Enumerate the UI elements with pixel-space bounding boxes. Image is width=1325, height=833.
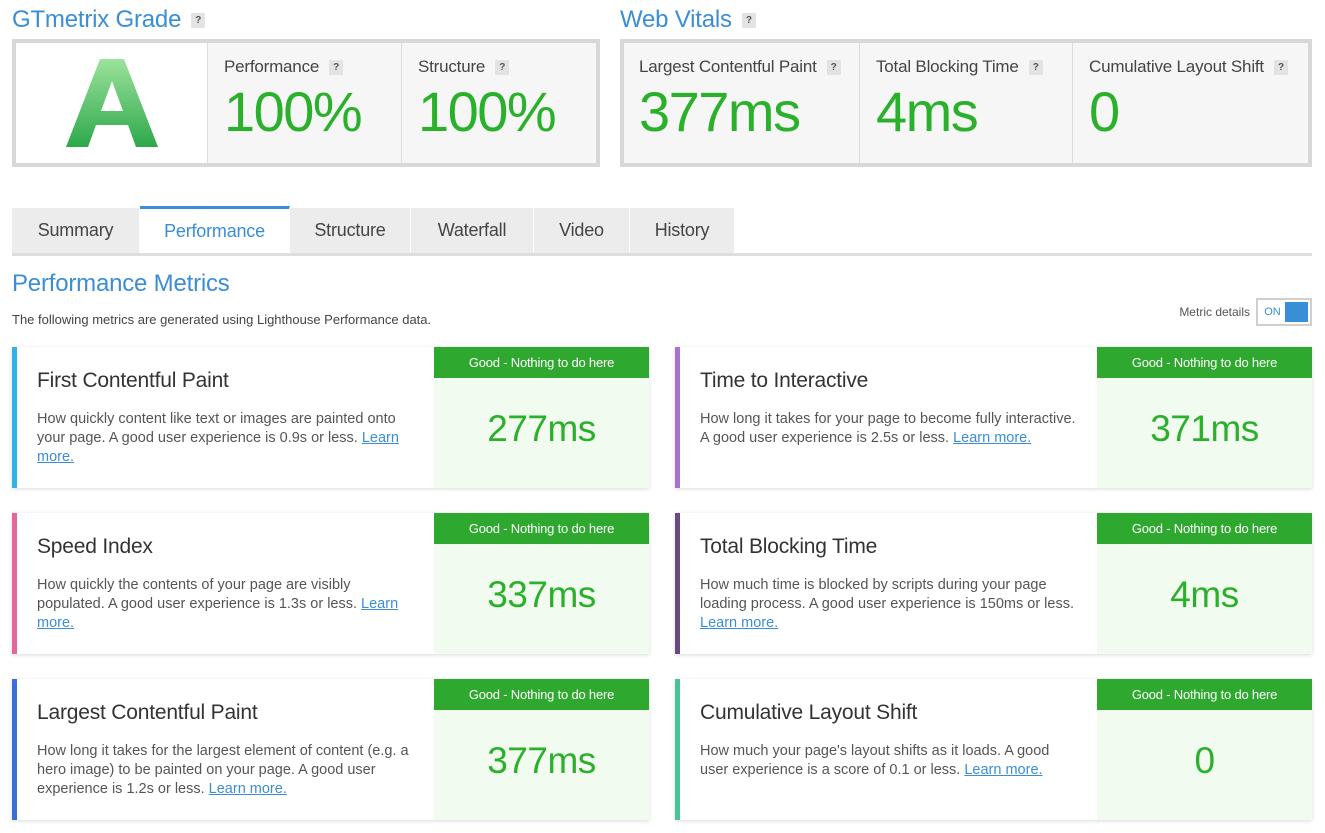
status-badge: Good - Nothing to do here bbox=[1097, 679, 1312, 710]
structure-score-value: 100% bbox=[418, 80, 557, 143]
cls-vital-label: Cumulative Layout Shift bbox=[1089, 57, 1264, 76]
status-badge: Good - Nothing to do here bbox=[1097, 347, 1312, 378]
tab-history[interactable]: History bbox=[630, 208, 735, 253]
card-value: 377ms bbox=[487, 740, 596, 781]
card-score-panel: Good - Nothing to do here 337ms bbox=[434, 513, 649, 654]
tab-waterfall[interactable]: Waterfall bbox=[411, 208, 534, 253]
structure-label: Structure bbox=[418, 57, 486, 76]
performance-score-cell: Performance ? 100% bbox=[208, 43, 402, 163]
web-vitals-panel: Largest Contentful Paint ? 377ms Total B… bbox=[620, 39, 1312, 167]
tab-structure[interactable]: Structure bbox=[290, 208, 411, 253]
card-description: How much time is blocked by scripts duri… bbox=[700, 576, 1079, 633]
learn-more-link[interactable]: Learn more. bbox=[953, 430, 1031, 446]
card-description: How long it takes for the largest elemen… bbox=[37, 742, 416, 799]
card-score-panel: Good - Nothing to do here 4ms bbox=[1097, 513, 1312, 654]
metric-card-cls: Cumulative Layout Shift How much your pa… bbox=[675, 679, 1312, 820]
grade-a-icon bbox=[65, 59, 158, 147]
tab-summary[interactable]: Summary bbox=[12, 208, 140, 253]
help-icon[interactable]: ? bbox=[826, 59, 841, 75]
metric-details-toggle[interactable]: ON bbox=[1256, 298, 1312, 326]
status-badge: Good - Nothing to do here bbox=[1097, 513, 1312, 544]
card-value: 277ms bbox=[487, 408, 596, 449]
metric-card-tbt: Total Blocking Time How much time is blo… bbox=[675, 513, 1312, 654]
card-title: Speed Index bbox=[37, 535, 153, 558]
tbt-vital-label: Total Blocking Time bbox=[876, 57, 1019, 76]
learn-more-link[interactable]: Learn more. bbox=[209, 781, 287, 797]
toggle-state-text: ON bbox=[1264, 306, 1281, 318]
card-title: First Contentful Paint bbox=[37, 369, 229, 392]
card-description: How quickly the contents of your page ar… bbox=[37, 576, 416, 633]
card-title: Largest Contentful Paint bbox=[37, 701, 258, 724]
metric-details-label: Metric details bbox=[1179, 305, 1250, 319]
performance-label: Performance bbox=[224, 57, 320, 76]
grade-letter-cell: A bbox=[16, 43, 208, 163]
card-score-panel: Good - Nothing to do here 0 bbox=[1097, 679, 1312, 820]
gtmetrix-grade-title-text: GTmetrix Grade bbox=[12, 6, 182, 33]
tab-performance[interactable]: Performance bbox=[140, 206, 290, 253]
card-title: Cumulative Layout Shift bbox=[700, 701, 918, 724]
status-badge: Good - Nothing to do here bbox=[434, 347, 649, 378]
performance-metrics-title: Performance Metrics bbox=[12, 270, 230, 297]
report-tabs: Summary Performance Structure Waterfall … bbox=[12, 206, 1312, 256]
metric-card-fcp: First Contentful Paint How quickly conte… bbox=[12, 347, 649, 488]
help-icon[interactable]: ? bbox=[741, 12, 756, 28]
card-description-text: How much time is blocked by scripts duri… bbox=[700, 577, 1074, 612]
status-badge: Good - Nothing to do here bbox=[434, 513, 649, 544]
card-description-text: How quickly content like text or images … bbox=[37, 411, 396, 446]
help-icon[interactable]: ? bbox=[1273, 59, 1288, 75]
help-icon[interactable]: ? bbox=[329, 59, 344, 75]
performance-metrics-subtitle: The following metrics are generated usin… bbox=[12, 312, 432, 327]
web-vitals-title: Web Vitals ? bbox=[620, 6, 756, 34]
lcp-vital-value: 377ms bbox=[639, 80, 801, 143]
card-description-text: How quickly the contents of your page ar… bbox=[37, 577, 358, 612]
card-description: How long it takes for your page to becom… bbox=[700, 410, 1079, 448]
card-title: Total Blocking Time bbox=[700, 535, 878, 558]
toggle-knob bbox=[1284, 302, 1308, 322]
learn-more-link[interactable]: Learn more. bbox=[700, 615, 778, 631]
metric-card-tti: Time to Interactive How long it takes fo… bbox=[675, 347, 1312, 488]
help-icon[interactable]: ? bbox=[495, 59, 510, 75]
learn-more-link[interactable]: Learn more. bbox=[964, 762, 1042, 778]
cls-vital-cell: Cumulative Layout Shift ? 0 bbox=[1073, 43, 1308, 163]
card-value: 0 bbox=[1194, 740, 1215, 781]
lcp-vital-cell: Largest Contentful Paint ? 377ms bbox=[624, 43, 860, 163]
status-badge: Good - Nothing to do here bbox=[434, 679, 649, 710]
tbt-vital-value: 4ms bbox=[876, 80, 979, 143]
card-description: How much your page's layout shifts as it… bbox=[700, 742, 1079, 780]
help-icon[interactable]: ? bbox=[191, 12, 206, 28]
cls-vital-value: 0 bbox=[1089, 80, 1120, 143]
card-score-panel: Good - Nothing to do here 377ms bbox=[434, 679, 649, 820]
tab-video[interactable]: Video bbox=[534, 208, 630, 253]
structure-score-cell: Structure ? 100% bbox=[402, 43, 596, 163]
lcp-vital-label: Largest Contentful Paint bbox=[639, 57, 817, 76]
card-value: 337ms bbox=[487, 574, 596, 615]
tbt-vital-cell: Total Blocking Time ? 4ms bbox=[860, 43, 1073, 163]
card-value: 4ms bbox=[1170, 574, 1239, 615]
web-vitals-title-text: Web Vitals bbox=[620, 6, 732, 33]
metric-details-toggle-wrap: Metric details ON bbox=[1179, 298, 1312, 326]
tabs-underline bbox=[12, 253, 1312, 256]
card-value: 371ms bbox=[1150, 408, 1259, 449]
card-description: How quickly content like text or images … bbox=[37, 410, 416, 467]
metric-card-lcp: Largest Contentful Paint How long it tak… bbox=[12, 679, 649, 820]
gtmetrix-grade-panel: A Performance ? 100% Structure ? 100% bbox=[12, 39, 600, 167]
help-icon[interactable]: ? bbox=[1028, 59, 1043, 75]
gtmetrix-grade-title: GTmetrix Grade ? bbox=[12, 6, 206, 34]
card-title: Time to Interactive bbox=[700, 369, 869, 392]
performance-score-value: 100% bbox=[224, 80, 363, 143]
metric-card-speed-index: Speed Index How quickly the contents of … bbox=[12, 513, 649, 654]
card-score-panel: Good - Nothing to do here 277ms bbox=[434, 347, 649, 488]
card-score-panel: Good - Nothing to do here 371ms bbox=[1097, 347, 1312, 488]
